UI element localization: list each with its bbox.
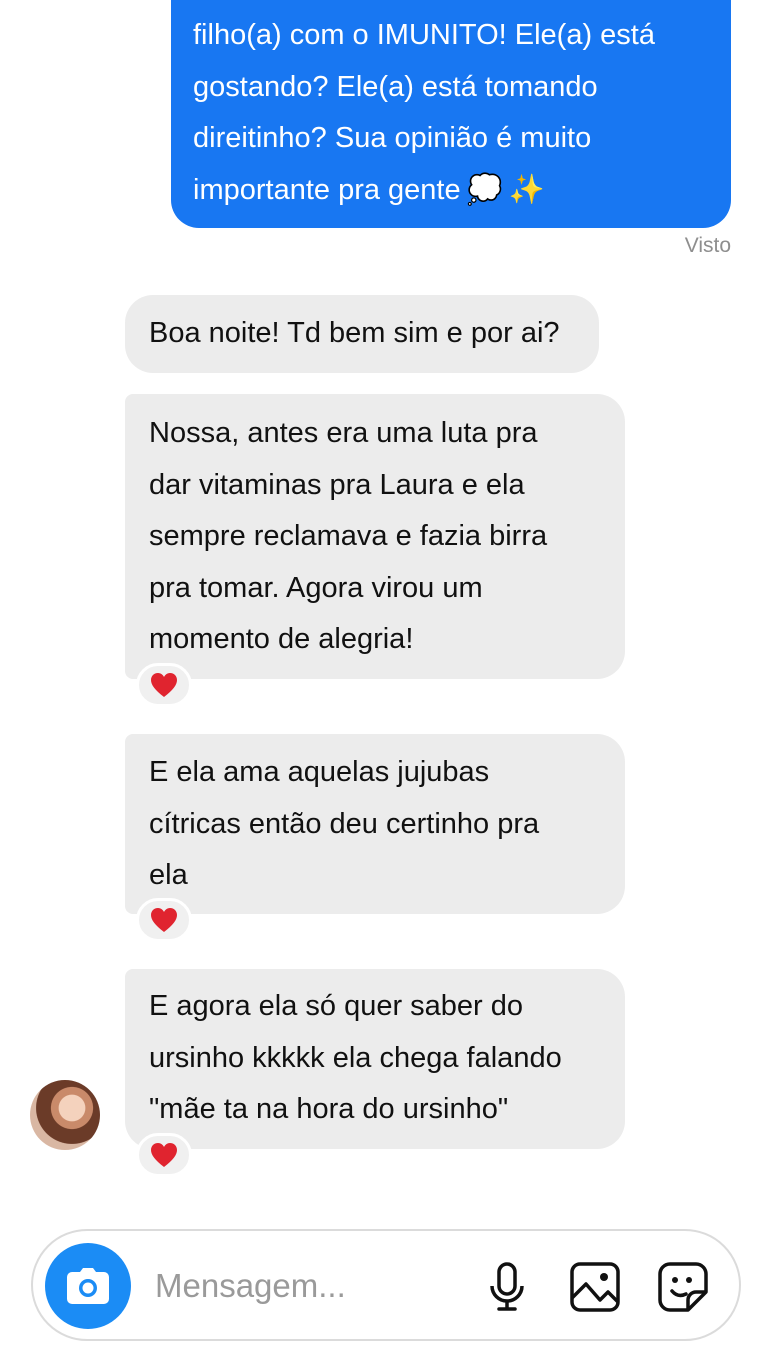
seen-status: Visto bbox=[684, 234, 731, 257]
message-input[interactable] bbox=[155, 1261, 465, 1311]
heart-icon bbox=[151, 673, 177, 697]
microphone-icon bbox=[490, 1262, 524, 1311]
incoming-message-bubble[interactable]: E agora ela só quer saber do ursinho kkk… bbox=[125, 969, 625, 1149]
message-line: Boa noite! Td bem sim e por ai? bbox=[149, 317, 560, 349]
message-composer bbox=[31, 1229, 741, 1341]
message-line: dar vitaminas pra Laura e ela bbox=[149, 468, 525, 501]
outgoing-message-bubble[interactable]: filho(a) com o IMUNITO! Ele(a) está gost… bbox=[171, 0, 731, 228]
image-icon bbox=[570, 1262, 620, 1312]
heart-icon bbox=[151, 1143, 177, 1167]
chat-thread: filho(a) com o IMUNITO! Ele(a) está gost… bbox=[0, 0, 768, 1365]
sticker-icon bbox=[658, 1262, 708, 1312]
contact-avatar[interactable] bbox=[30, 1080, 100, 1150]
heart-reaction[interactable] bbox=[136, 663, 192, 707]
sparkles-emoji: ✨ bbox=[508, 173, 545, 206]
sticker-button[interactable] bbox=[655, 1259, 711, 1315]
message-line: direitinho? Sua opinião é muito bbox=[193, 122, 592, 154]
thought-balloon-emoji: 💭 bbox=[466, 173, 503, 206]
heart-reaction[interactable] bbox=[136, 898, 192, 942]
camera-icon bbox=[67, 1268, 109, 1304]
gallery-button[interactable] bbox=[567, 1259, 623, 1315]
heart-reaction[interactable] bbox=[136, 1133, 192, 1177]
message-line: momento de alegria! bbox=[149, 623, 414, 655]
message-line: filho(a) com o IMUNITO! Ele(a) está bbox=[193, 19, 655, 51]
message-line: sempre reclamava e fazia birra bbox=[149, 520, 548, 552]
message-line: "mãe ta na hora do ursinho" bbox=[149, 1093, 509, 1125]
message-line: cítricas então deu certinho pra bbox=[149, 807, 540, 840]
message-line: E agora ela só quer saber do bbox=[149, 990, 524, 1022]
incoming-message-bubble[interactable]: Nossa, antes era uma luta pra dar vitami… bbox=[125, 394, 625, 679]
voice-message-button[interactable] bbox=[479, 1259, 535, 1315]
incoming-message-bubble[interactable]: Boa noite! Td bem sim e por ai? bbox=[125, 295, 599, 373]
incoming-message-bubble[interactable]: E ela ama aquelas jujubas cítricas então… bbox=[125, 734, 625, 914]
camera-button[interactable] bbox=[45, 1243, 131, 1329]
message-line: ursinho kkkkk ela chega falando bbox=[149, 1041, 562, 1074]
message-line: ela bbox=[149, 859, 188, 891]
message-line: Nossa, antes era uma luta pra bbox=[149, 417, 538, 449]
message-line: pra tomar. Agora virou um bbox=[149, 571, 483, 604]
message-line: importante pra gente 💭 ✨ bbox=[193, 173, 545, 206]
message-line: E ela ama aquelas jujubas bbox=[149, 756, 490, 788]
message-line: gostando? Ele(a) está tomando bbox=[193, 70, 598, 103]
heart-icon bbox=[151, 908, 177, 932]
